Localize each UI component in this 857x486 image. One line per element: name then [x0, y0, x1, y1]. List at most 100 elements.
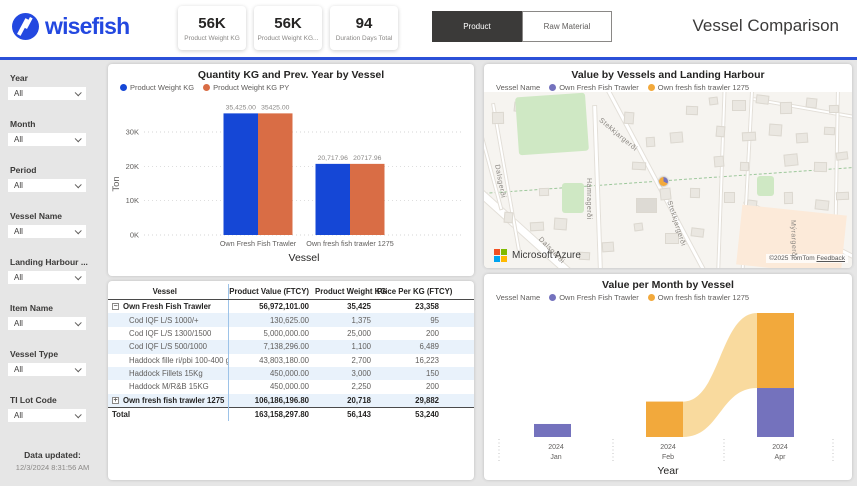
y-tick-label: 20K [126, 162, 139, 171]
vessel-name: Haddock M/R&B 15KG [112, 382, 222, 391]
x-tick-month: Apr [775, 454, 787, 461]
page-title: Vessel Comparison [693, 16, 839, 36]
building [602, 242, 615, 253]
filter-dropdown[interactable]: All [8, 317, 86, 330]
kpi-card[interactable]: 56KProduct Weight KG [178, 6, 246, 50]
filter-value: All [14, 319, 23, 328]
table-row[interactable]: Haddock M/R&B 15KG450,000.002,250200 [108, 380, 474, 393]
vessel-table-panel[interactable]: VesselProduct Value (FTCY)Product Weight… [108, 281, 474, 480]
table-row[interactable]: Total163,158,297.8056,14353,240 [108, 408, 474, 422]
building [636, 198, 657, 213]
feedback-link[interactable]: Feedback [816, 255, 845, 262]
expand-icon[interactable]: + [112, 397, 119, 404]
quantity-bar-chart-panel[interactable]: Quantity KG and Prev. Year by Vessel Pro… [108, 64, 474, 276]
legend-label: Own fresh fish trawler 1275 [658, 293, 749, 302]
kpi-card[interactable]: 94Duration Days Total [330, 6, 398, 50]
building [769, 124, 783, 137]
table-row[interactable]: −Own Fresh Fish Trawler56,972,101.0035,4… [108, 300, 474, 314]
table-row[interactable]: Haddock Fillets 15Kg450,000.003,000150 [108, 367, 474, 380]
filter-dropdown[interactable]: All [8, 179, 86, 192]
building [732, 100, 746, 111]
table-row[interactable]: Cod IQF L/S 1300/15005,000,000.0025,0002… [108, 327, 474, 340]
bar-data-label: 35,425.00 [226, 104, 256, 111]
product-rawmaterial-toggle: ProductRaw Material [432, 11, 612, 42]
bar-product-weight-kg[interactable] [224, 113, 259, 235]
x-tick-year: 2024 [660, 444, 676, 451]
column-header-product-value-ftcy-[interactable]: Product Value (FTCY) [228, 284, 315, 300]
vessel-name: Cod IQF L/S 500/1000 [112, 342, 222, 351]
ribbon-flow[interactable] [683, 313, 757, 437]
ribbon-bar-amber[interactable] [646, 402, 683, 437]
filter-dropdown[interactable]: All [8, 409, 86, 422]
ribbon-bar-amber[interactable] [757, 313, 794, 388]
y-tick-label: 30K [126, 128, 139, 137]
cell-avg-price [445, 408, 474, 422]
filter-vessel-name: Vessel NameAll [8, 211, 105, 238]
bar-chart-plot[interactable]: 0K10K20K30KTon35,425.0035425.00Own Fresh… [108, 92, 474, 270]
wisefish-logo: wisefish [12, 13, 129, 40]
column-header-price-per-kg-ftcy-[interactable]: Price Per KG (FTCY) [377, 284, 445, 300]
filter-dropdown[interactable]: All [8, 225, 86, 238]
x-axis-title: Vessel [289, 252, 320, 264]
column-header-vessel[interactable]: Vessel [108, 284, 228, 300]
bar-product-weight-kg-py[interactable] [258, 113, 293, 235]
table-row[interactable]: Haddock fille ri/pbi 100-400 gr43,803,18… [108, 354, 474, 367]
filter-dropdown[interactable]: All [8, 87, 86, 100]
cell-price-per-kg: 23,358 [377, 300, 445, 314]
building [686, 106, 698, 115]
cell-product-weight: 1,375 [315, 313, 377, 326]
legend-dot-icon [648, 294, 655, 301]
ribbon-bar-purple[interactable] [534, 424, 571, 437]
legend-item[interactable]: Own fresh fish trawler 1275 [648, 293, 749, 302]
cell-avg-price [445, 327, 474, 340]
toggle-raw-material-button[interactable]: Raw Material [522, 11, 612, 42]
cell-product-value: 450,000.00 [228, 367, 315, 380]
collapse-icon[interactable]: − [112, 303, 119, 310]
legend-item[interactable]: Product Weight KG PY [203, 83, 289, 92]
bar-product-weight-kg[interactable] [316, 164, 351, 235]
street-map[interactable]: Microsoft Azure ©2025 TomTom Feedback St… [484, 92, 852, 268]
chevron-down-icon [75, 273, 82, 280]
vessel-map-marker[interactable] [659, 177, 668, 186]
chevron-down-icon [75, 319, 82, 326]
cell-product-value: 450,000.00 [228, 380, 315, 393]
column-header-product-weight-kg[interactable]: Product Weight KG [315, 284, 377, 300]
cell-price-per-kg: 6,489 [377, 340, 445, 353]
kpi-value: 56K [274, 15, 302, 32]
table-row[interactable]: Cod IQF L/S 1000/+130,625.001,37595 [108, 313, 474, 326]
ribbon-chart-panel[interactable]: Value per Month by Vessel Vessel NameOwn… [484, 274, 852, 480]
building [504, 212, 514, 224]
legend-item[interactable]: Own fresh fish trawler 1275 [648, 83, 749, 92]
cell-vessel: Total [108, 408, 228, 422]
filter-landing-harbour-: Landing Harbour ...All [8, 257, 105, 284]
filter-dropdown[interactable]: All [8, 133, 86, 146]
map-panel[interactable]: Value by Vessels and Landing Harbour Ves… [484, 64, 852, 268]
toggle-product-button[interactable]: Product [432, 11, 522, 42]
filter-label: Year [10, 73, 105, 83]
table-header-row[interactable]: VesselProduct Value (FTCY)Product Weight… [108, 284, 474, 300]
filter-dropdown[interactable]: All [8, 271, 86, 284]
kpi-card[interactable]: 56K Product Weight KG... [254, 6, 322, 50]
legend-item[interactable]: Own Fresh Fish Trawler [549, 83, 639, 92]
building [530, 222, 544, 232]
x-tick-month: Jan [550, 454, 561, 461]
legend-item[interactable]: Product Weight KG [120, 83, 194, 92]
kpi-label: Product Weight KG... [258, 35, 319, 42]
cell-product-value: 56,972,101.00 [228, 300, 315, 314]
building [836, 151, 849, 160]
legend-item[interactable]: Own Fresh Fish Trawler [549, 293, 639, 302]
building [724, 192, 735, 203]
park-area [515, 93, 589, 156]
ribbon-bar-purple[interactable] [757, 388, 794, 437]
table-row[interactable]: +Own fresh fish trawler 1275106,186,196.… [108, 394, 474, 408]
legend-title: Vessel Name [496, 293, 540, 302]
cell-price-per-kg: 95 [377, 313, 445, 326]
table-row[interactable]: Cod IQF L/S 500/10007,138,296.001,1006,4… [108, 340, 474, 353]
filter-dropdown[interactable]: All [8, 363, 86, 376]
ribbon-chart-legend: Vessel Name Own Fresh Fish Trawler Own fre… [484, 290, 852, 302]
ribbon-chart-plot[interactable]: 2024Jan2024Feb2024AprYear [484, 302, 852, 476]
cell-product-weight: 2,700 [315, 354, 377, 367]
legend-label: Own Fresh Fish Trawler [559, 83, 639, 92]
vessel-name-text: Cod IQF L/S 500/1000 [129, 342, 207, 351]
bar-product-weight-kg-py[interactable] [350, 164, 385, 235]
